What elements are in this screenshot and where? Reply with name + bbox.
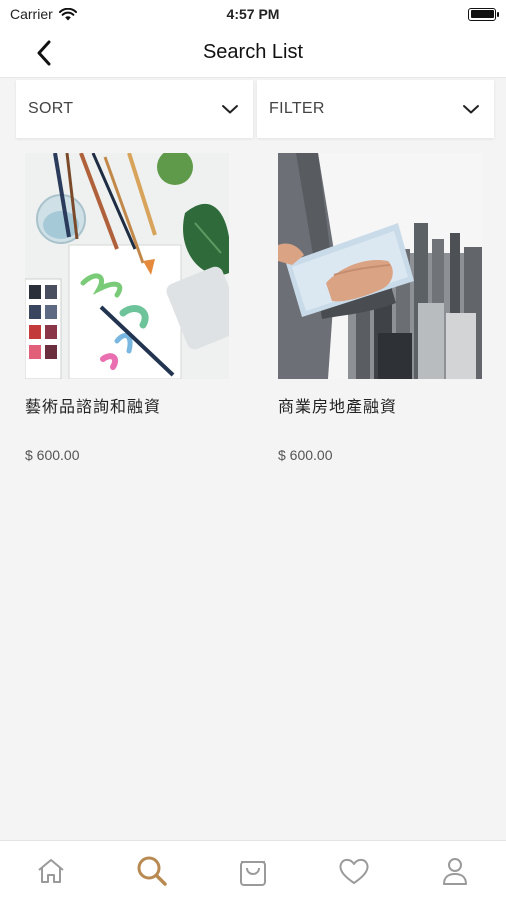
user-icon (443, 857, 468, 885)
product-price: $ 600.00 (278, 447, 333, 463)
search-icon (137, 856, 167, 886)
status-bar: Carrier 4:57 PM (0, 0, 506, 28)
nav-bar: Search List (0, 28, 506, 78)
product-name: 藝術品諮詢和融資 (25, 399, 162, 416)
product-name: 商業房地產融資 (278, 399, 398, 416)
battery-icon (468, 7, 499, 21)
tab-home[interactable] (21, 846, 81, 896)
heart-icon (339, 858, 369, 884)
shopping-bag-icon (239, 860, 266, 886)
tab-bar (0, 840, 506, 900)
page-title: Search List (202, 41, 304, 63)
product-price: $ 600.00 (25, 447, 80, 463)
sort-filter-row: SORT FILTER (16, 80, 494, 138)
wifi-icon (58, 7, 77, 20)
tab-profile[interactable] (425, 846, 485, 896)
sort-dropdown[interactable]: SORT (16, 80, 253, 138)
product-card[interactable]: 商業房地產融資 $ 600.00 (278, 153, 482, 463)
filter-label: FILTER (269, 100, 325, 117)
tab-wishlist[interactable] (324, 846, 384, 896)
chevron-down-icon (222, 105, 238, 114)
filter-dropdown[interactable]: FILTER (257, 80, 494, 138)
tab-search[interactable] (122, 846, 182, 896)
carrier-label: Carrier (10, 6, 53, 22)
back-button[interactable] (28, 38, 60, 68)
tab-cart[interactable] (223, 846, 283, 896)
sort-label: SORT (28, 100, 74, 117)
product-card[interactable]: 藝術品諮詢和融資 $ 600.00 (25, 153, 229, 463)
chevron-down-icon (463, 105, 479, 114)
business-tablet-city-image[interactable] (278, 153, 482, 379)
home-icon (37, 858, 64, 883)
art-supplies-image[interactable] (25, 153, 229, 379)
chevron-left-icon (37, 40, 51, 66)
status-left: Carrier (10, 6, 77, 22)
